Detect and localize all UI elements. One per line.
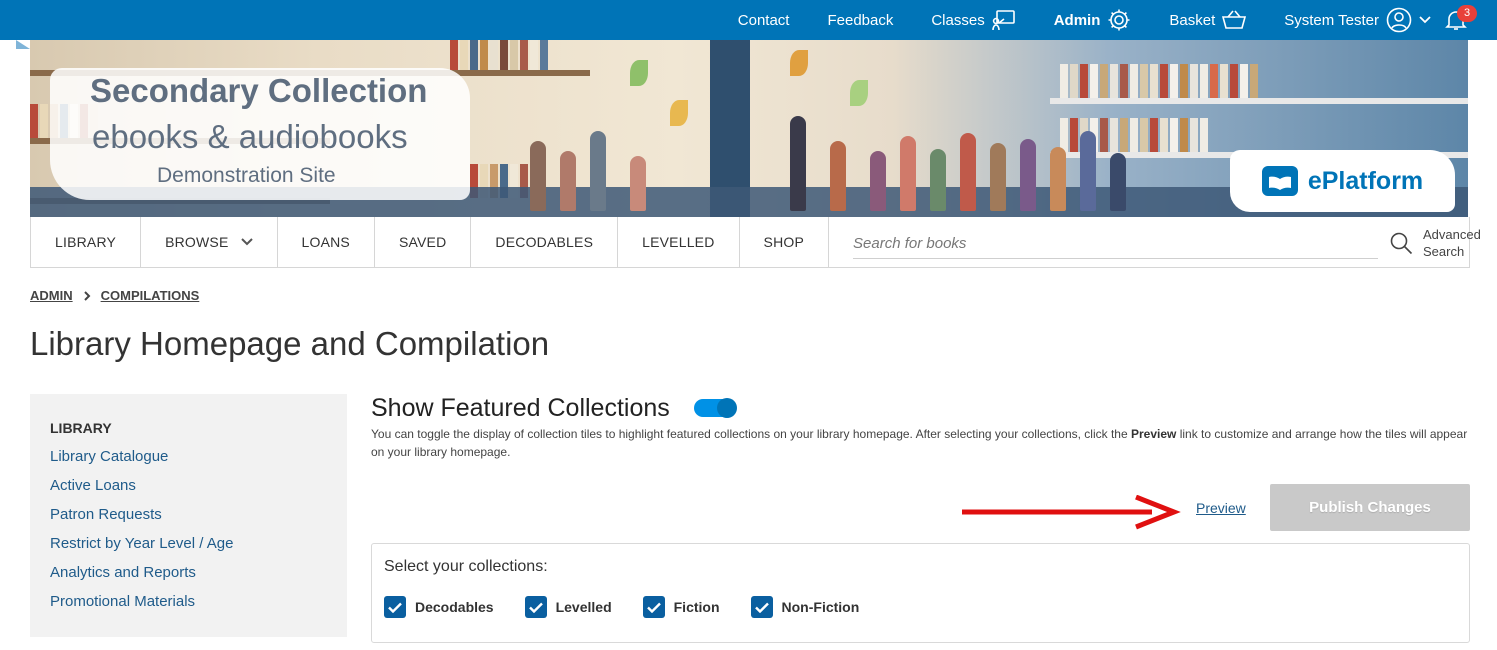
banner-line-3: Demonstration Site [157, 164, 336, 187]
contact-link[interactable]: Contact [738, 12, 790, 29]
checkbox-checked-icon[interactable] [524, 596, 547, 618]
banner-person [590, 131, 606, 211]
banner-person [870, 151, 886, 211]
checkbox-non-fiction[interactable]: Non-Fiction [750, 596, 859, 618]
nav-levelled[interactable]: LEVELLED [618, 217, 740, 267]
banner-person [900, 136, 916, 211]
search-area: Advanced Search [829, 217, 1481, 267]
chevron-down-icon [1419, 16, 1431, 24]
admin-link[interactable]: Admin [1054, 8, 1132, 32]
advanced-search-link[interactable]: Advanced Search [1389, 217, 1481, 268]
banner-books [450, 40, 548, 70]
library-banner: Secondary Collection ebooks & audiobooks… [30, 40, 1468, 217]
user-icon [1386, 7, 1412, 33]
nav-saved[interactable]: SAVED [375, 217, 472, 267]
breadcrumb-compilations[interactable]: COMPILATIONS [101, 288, 200, 303]
toggle-knob [717, 398, 737, 418]
basket-icon [1222, 10, 1247, 29]
banner-leaf [790, 50, 808, 76]
sidebar-item-patron-requests[interactable]: Patron Requests [50, 504, 327, 533]
chevron-right-icon [83, 290, 91, 301]
eplatform-book-icon [1261, 166, 1298, 196]
banner-shelf [1050, 98, 1468, 104]
search-icon [1390, 232, 1413, 254]
top-bar: Contact Feedback Classes Admin Basket Sy… [0, 0, 1497, 40]
gear-icon [1108, 9, 1130, 31]
banner-line-1: Secondary Collection [90, 72, 428, 109]
checkbox-checked-icon[interactable] [384, 596, 406, 618]
feedback-link[interactable]: Feedback [827, 12, 893, 29]
breadcrumb: ADMIN COMPILATIONS [30, 288, 199, 303]
sidebar-item-active-loans[interactable]: Active Loans [50, 475, 327, 504]
sidebar-item-analytics[interactable]: Analytics and Reports [50, 562, 327, 591]
breadcrumb-admin[interactable]: ADMIN [30, 288, 73, 303]
banner-person [630, 156, 646, 211]
banner-leaf [630, 60, 648, 86]
nav-library[interactable]: LIBRARY [31, 217, 142, 267]
banner-person [530, 141, 546, 211]
banner-person [560, 151, 576, 211]
eplatform-logo: ePlatform [1230, 150, 1455, 212]
banner-person [1020, 139, 1036, 211]
notification-badge: 3 [1457, 5, 1477, 22]
banner-books [1060, 64, 1258, 98]
banner-line-2: ebooks & audiobooks [92, 118, 408, 155]
classes-icon [991, 10, 1015, 31]
sidebar-item-library-catalogue[interactable]: Library Catalogue [50, 446, 327, 475]
main-nav: LIBRARY BROWSE LOANS SAVED DECODABLES LE… [30, 217, 1481, 268]
checkbox-checked-icon[interactable] [642, 596, 665, 618]
page-title: Library Homepage and Compilation [30, 325, 550, 362]
basket-link[interactable]: Basket [1169, 10, 1247, 30]
banner-person [960, 133, 976, 211]
nav-decodables[interactable]: DECODABLES [471, 217, 619, 267]
banner-person [790, 116, 806, 211]
banner-person [1080, 131, 1096, 211]
collections-box: Select your collections: Decodables Leve… [371, 543, 1470, 643]
top-nav: Contact Feedback Classes Admin Basket Sy… [700, 0, 1467, 40]
checkbox-checked-icon[interactable] [750, 596, 773, 618]
banner-leaf [670, 100, 688, 126]
publish-changes-button[interactable]: Publish Changes [1270, 484, 1470, 531]
featured-collections-toggle[interactable] [694, 398, 737, 418]
featured-description: You can toggle the display of collection… [371, 427, 1468, 459]
sidebar-heading: LIBRARY [50, 420, 112, 436]
banner-person [1050, 147, 1066, 211]
search-input[interactable] [853, 229, 1379, 259]
banner-leaf [850, 80, 868, 106]
featured-collections-title: Show Featured Collections [371, 394, 670, 422]
banner-person [990, 143, 1006, 211]
chevron-down-icon [240, 238, 253, 246]
sidebar-item-restrict-by-year[interactable]: Restrict by Year Level / Age [50, 533, 327, 562]
sidebar-item-promotional[interactable]: Promotional Materials [50, 591, 327, 620]
banner-person [930, 149, 946, 211]
nav-browse[interactable]: BROWSE [141, 217, 278, 267]
preview-link[interactable]: Preview [1196, 500, 1246, 516]
annotation-arrow-icon [962, 495, 1181, 530]
banner-person [1110, 153, 1126, 211]
corner-triangle [16, 40, 30, 49]
checkbox-decodables[interactable]: Decodables [384, 596, 494, 618]
banner-person [830, 141, 846, 211]
nav-shop[interactable]: SHOP [740, 217, 830, 267]
nav-loans[interactable]: LOANS [278, 217, 375, 267]
collections-checkboxes: Decodables Levelled Fiction Non-Fiction [384, 596, 890, 618]
classes-link[interactable]: Classes [931, 9, 1015, 31]
sidebar: LIBRARY Library Catalogue Active Loans P… [30, 394, 347, 637]
user-menu[interactable]: System Tester [1284, 7, 1431, 33]
checkbox-fiction[interactable]: Fiction [642, 596, 720, 618]
collections-label: Select your collections: [384, 558, 548, 575]
checkbox-levelled[interactable]: Levelled [524, 596, 612, 618]
